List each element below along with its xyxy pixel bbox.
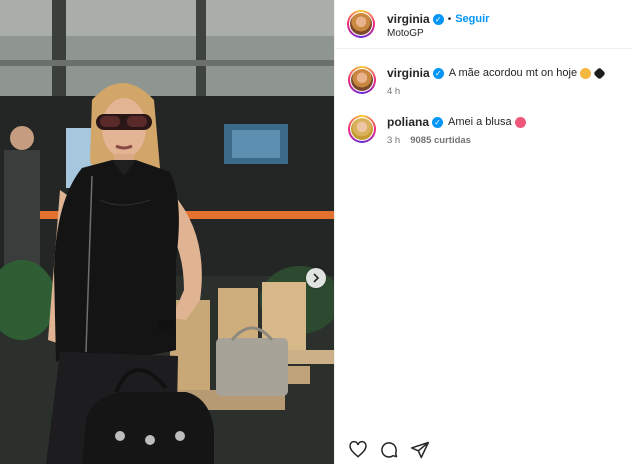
commenter-avatar[interactable]: [348, 66, 376, 94]
event-venue-photo: [0, 0, 334, 464]
verified-badge-icon: ✓: [432, 116, 444, 128]
post-sidebar: virginia ✓ • Seguir MotoGP virginia ✓ A …: [334, 0, 633, 464]
paper-plane-icon[interactable]: [410, 440, 430, 460]
comment-time: 4 h: [387, 86, 401, 97]
heart-outline-icon[interactable]: [348, 440, 368, 460]
comment-likes[interactable]: 9085 curtidas: [410, 135, 471, 146]
comment-username[interactable]: poliana: [387, 115, 429, 129]
verified-badge-icon: ✓: [432, 67, 444, 79]
comment-meta: 3 h 9085 curtidas: [387, 135, 471, 146]
comment-bubble-icon[interactable]: [379, 440, 399, 460]
comment-username[interactable]: virginia: [387, 66, 430, 80]
post-photo[interactable]: [0, 0, 334, 464]
separator-dot: •: [447, 13, 452, 25]
instagram-post: virginia ✓ • Seguir MotoGP virginia ✓ A …: [0, 0, 633, 464]
comment-meta: 4 h: [387, 86, 400, 97]
author-username[interactable]: virginia: [387, 12, 430, 26]
follow-button[interactable]: Seguir: [455, 13, 489, 25]
author-avatar[interactable]: [347, 10, 375, 38]
chevron-right-icon: [313, 273, 320, 283]
post-actions: [348, 440, 430, 460]
comment-text: Amei a blusa: [448, 116, 512, 128]
black-heart-icon: [593, 66, 606, 80]
smiling-face-icon: [580, 67, 592, 79]
comment-time: 3 h: [387, 135, 401, 146]
verified-badge-icon: ✓: [432, 13, 444, 25]
comment-line: virginia ✓ A mãe acordou mt on hoje: [387, 66, 606, 80]
commenter-avatar[interactable]: [348, 115, 376, 143]
comment-text: A mãe acordou mt on hoje: [448, 67, 578, 79]
next-photo-button[interactable]: [306, 268, 326, 288]
author-row: virginia ✓ • Seguir: [387, 12, 489, 26]
post-header: virginia ✓ • Seguir MotoGP: [335, 0, 633, 49]
comment-line: poliana ✓ Amei a blusa: [387, 115, 526, 129]
heart-eyes-face-icon: [514, 116, 526, 128]
post-location[interactable]: MotoGP: [387, 28, 424, 39]
